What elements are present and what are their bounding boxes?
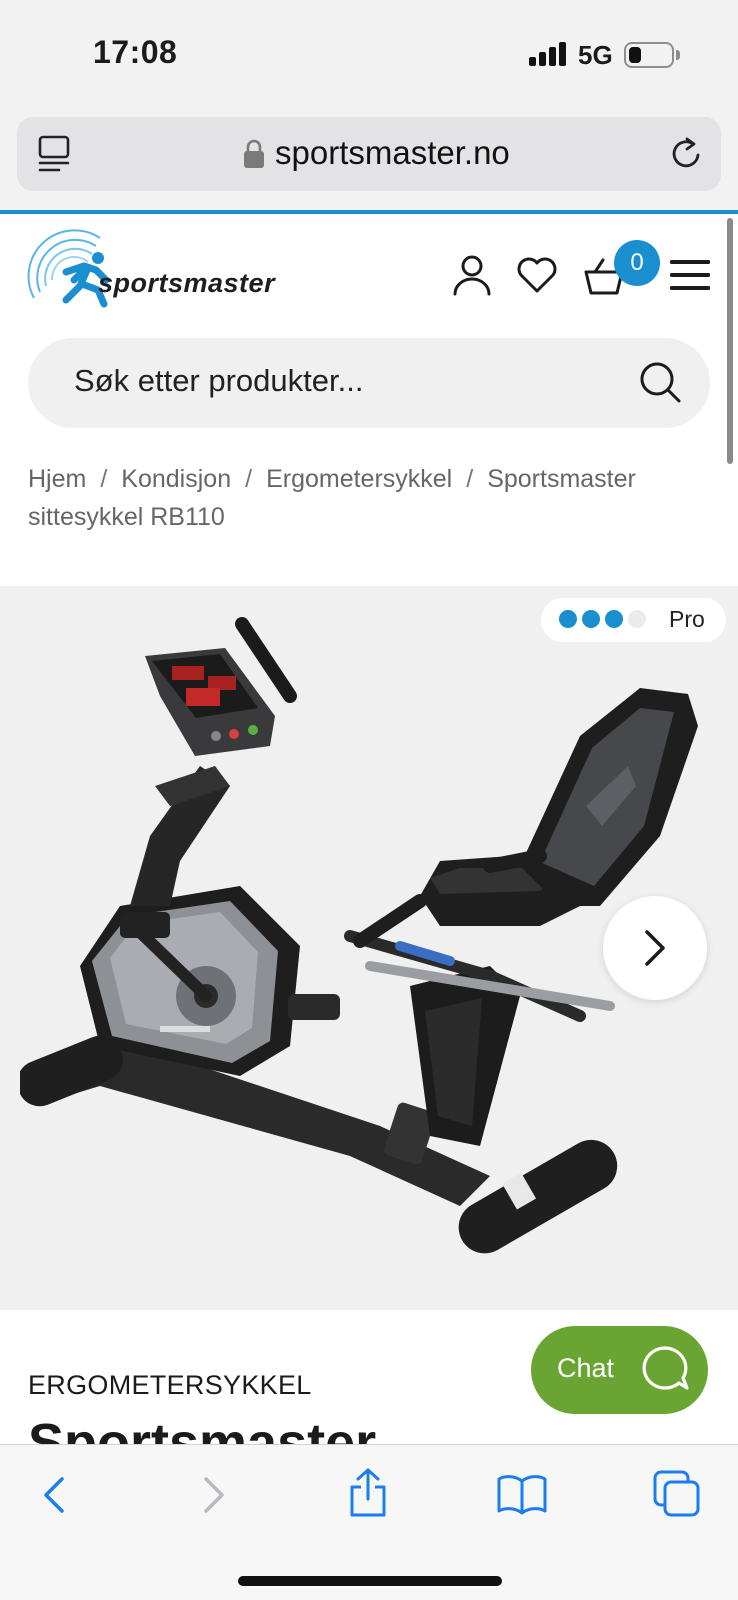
reader-icon[interactable] (37, 135, 73, 173)
scrollbar[interactable] (727, 218, 733, 464)
url-text[interactable]: sportsmaster.no (275, 134, 510, 172)
back-icon[interactable] (40, 1475, 68, 1515)
home-indicator[interactable] (238, 1576, 502, 1586)
address-bar[interactable]: sportsmaster.no (17, 117, 721, 191)
breadcrumb-kondisjon[interactable]: Kondisjon (121, 465, 231, 493)
search-placeholder: Søk etter produkter... (74, 363, 364, 398)
product-category: ERGOMETERSYKKEL (28, 1370, 312, 1400)
chevron-right-icon (645, 930, 665, 966)
signal-icon (529, 42, 567, 66)
breadcrumb-home[interactable]: Hjem (28, 465, 86, 493)
forward-icon[interactable] (200, 1475, 228, 1515)
status-bar: 17:08 5G (0, 0, 738, 108)
battery-icon (624, 42, 674, 68)
breadcrumb-ergometersykkel[interactable]: Ergometersykkel (266, 465, 452, 493)
product-title: Sportsmaster (28, 1413, 377, 1444)
breadcrumb-separator: / (245, 465, 253, 493)
bookmarks-icon[interactable] (496, 1473, 548, 1515)
reload-icon[interactable] (667, 135, 705, 173)
chat-label: Chat (557, 1353, 615, 1383)
sportsmaster-logo[interactable]: sportsmaster (26, 228, 306, 312)
next-image-button[interactable] (603, 896, 707, 1000)
heart-icon[interactable] (516, 256, 558, 294)
battery-cap (676, 50, 680, 60)
web-page: sportsmaster 0 Søk etter produkter... Hj… (0, 214, 738, 1444)
search-icon[interactable] (638, 360, 682, 404)
menu-icon[interactable] (670, 258, 710, 292)
network-type: 5G (578, 40, 613, 70)
chat-bubble-icon (642, 1346, 689, 1390)
chat-button[interactable]: Chat (531, 1326, 708, 1414)
breadcrumb-separator: / (100, 465, 108, 493)
search-input[interactable]: Søk etter produkter... (28, 338, 710, 428)
share-icon[interactable] (346, 1467, 390, 1519)
breadcrumb: Hjem / Kondisjon / Ergometersykkel / Sportsmas… (28, 460, 718, 536)
lock-icon (244, 139, 264, 168)
status-time: 17:08 (93, 34, 178, 70)
product-gallery[interactable]: Pro (0, 586, 738, 1310)
logo-text: sportsmaster (98, 268, 276, 298)
breadcrumb-separator: / (466, 465, 474, 493)
tabs-icon[interactable] (652, 1469, 702, 1519)
cart-count-badge[interactable]: 0 (614, 240, 660, 286)
account-icon[interactable] (452, 254, 492, 296)
